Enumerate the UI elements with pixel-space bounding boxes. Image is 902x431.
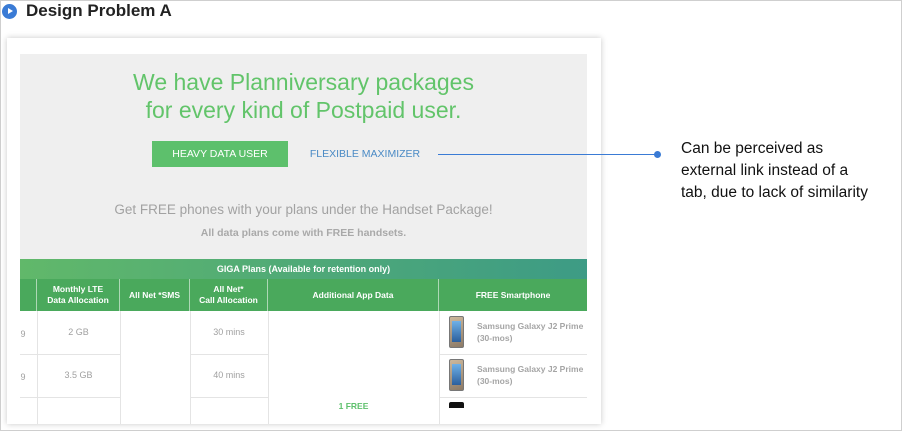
- row-2-call: 40 mins: [213, 370, 245, 380]
- callout-annotation: Can be perceived as external link instea…: [681, 138, 902, 204]
- hero-title-line-2: for every kind of Postpaid user.: [145, 97, 462, 123]
- row-1-phone-model: Samsung Galaxy J2 Prime: [477, 321, 584, 331]
- column-divider: [120, 311, 121, 424]
- header-sms: All Net *SMS: [120, 279, 190, 311]
- smartphone-image: [449, 359, 464, 391]
- app-data-value: 1 FREE: [338, 401, 369, 411]
- callout-connector-line: [438, 154, 657, 155]
- table-body: 9 2 GB 30 mins Samsung Galaxy J2 Prime (…: [20, 311, 587, 424]
- promo-subtext: All data plans come with FREE handsets.: [200, 227, 407, 239]
- website-screenshot: We have Planniversary packages for every…: [7, 38, 601, 424]
- row-1-phone-term: (30-mos): [477, 333, 513, 343]
- hero-section: We have Planniversary packages for every…: [20, 54, 587, 277]
- header-plan-cell: [20, 279, 37, 311]
- promo-text: Get FREE phones with your plans under th…: [114, 202, 493, 217]
- callout-line-2: external link instead of a: [681, 162, 849, 179]
- header-data-line-2: Data Allocation: [47, 295, 109, 305]
- tab-flexible-maximizer[interactable]: FLEXIBLE MAXIMIZER: [300, 141, 430, 167]
- row-2-phone-term: (30-mos): [477, 376, 513, 386]
- row-1-plan-price: 9: [20, 329, 26, 339]
- header-call-line-1: All Net*: [213, 284, 244, 294]
- row-2-phone-model: Samsung Galaxy J2 Prime: [477, 364, 584, 374]
- callout-dot: [654, 151, 661, 158]
- header-call-line-2: Call Allocation: [199, 295, 258, 305]
- header-data-line-1: Monthly LTE: [52, 284, 104, 294]
- table-title-bar: GIGA Plans (Available for retention only…: [20, 259, 587, 279]
- header-call-allocation: All Net* Call Allocation: [190, 279, 268, 311]
- callout-line-1: Can be perceived as: [681, 140, 824, 157]
- callout-line-3: tab, due to lack of similarity: [681, 184, 868, 201]
- row-divider: [20, 354, 120, 355]
- row-divider: [190, 397, 268, 398]
- row-1-phone-name: Samsung Galaxy J2 Prime (30-mos): [477, 320, 587, 344]
- smartphone-image: [449, 316, 464, 348]
- hero-title: We have Planniversary packages for every…: [20, 68, 587, 124]
- header-data-allocation: Monthly LTE Data Allocation: [37, 279, 120, 311]
- tab-heavy-data-user[interactable]: HEAVY DATA USER: [152, 141, 288, 167]
- row-2-data: 3.5 GB: [64, 370, 93, 380]
- smartphone-image: [449, 402, 464, 408]
- header-free-smartphone: FREE Smartphone: [475, 289, 551, 300]
- row-divider: [439, 354, 587, 355]
- header-app-data: Additional App Data: [268, 279, 439, 311]
- column-divider: [439, 311, 440, 424]
- row-divider: [439, 397, 587, 398]
- row-divider: [190, 354, 268, 355]
- table-header-row: Monthly LTE Data Allocation All Net *SMS …: [20, 279, 587, 311]
- row-1-call: 30 mins: [213, 327, 245, 337]
- heading-title: Design Problem A: [26, 1, 172, 20]
- row-1-data: 2 GB: [68, 327, 89, 337]
- row-2-plan-price: 9: [20, 372, 26, 382]
- section-heading: Design Problem A: [2, 1, 172, 21]
- hero-title-line-1: We have Planniversary packages: [133, 69, 474, 95]
- row-divider: [20, 397, 120, 398]
- play-circle-icon: [2, 3, 17, 19]
- row-2-phone-name: Samsung Galaxy J2 Prime (30-mos): [477, 363, 587, 387]
